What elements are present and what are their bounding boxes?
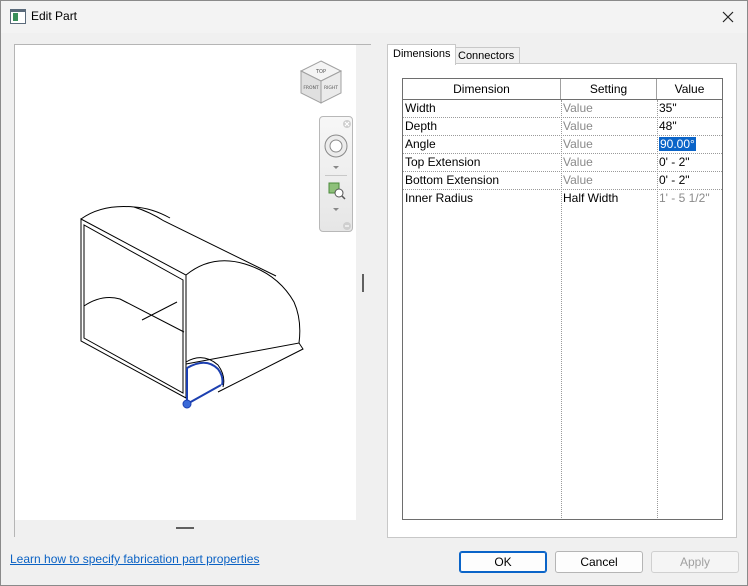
part-drawing — [80, 206, 304, 409]
title-bar: Edit Part — [1, 1, 747, 33]
chevron-down-icon[interactable] — [332, 165, 340, 171]
app-icon — [10, 9, 26, 24]
close-button[interactable] — [715, 4, 741, 30]
cancel-button[interactable]: Cancel — [555, 551, 643, 573]
viewcube-front-label: FRONT — [303, 85, 319, 91]
viewcube[interactable]: TOP FRONT RIGHT — [297, 59, 345, 107]
column-header-value[interactable]: Value — [657, 79, 722, 99]
dimension-cell: Angle — [405, 137, 436, 151]
steering-wheel-icon[interactable] — [323, 133, 349, 159]
viewport-vertical-splitter[interactable] — [356, 45, 371, 520]
setting-cell[interactable]: Value — [561, 100, 657, 117]
dimension-cell: Top Extension — [405, 155, 481, 169]
viewcube-top-label: TOP — [315, 69, 326, 75]
apply-button: Apply — [651, 551, 739, 573]
tab-dimensions[interactable]: Dimensions — [387, 44, 457, 65]
close-icon — [722, 11, 734, 23]
value-cell[interactable]: 35" — [657, 100, 722, 117]
navbar-options-icon[interactable] — [342, 221, 352, 231]
column-header-dimension[interactable]: Dimension — [403, 79, 561, 99]
value-cell: 1' - 5 1/2" — [659, 191, 710, 205]
part-preview-viewport[interactable]: TOP FRONT RIGHT — [14, 44, 371, 537]
column-header-setting[interactable]: Setting — [561, 79, 657, 99]
tab-connectors[interactable]: Connectors — [452, 47, 521, 64]
setting-cell[interactable]: Value — [561, 172, 657, 189]
dimension-cell: Width — [405, 101, 436, 115]
setting-cell[interactable]: Half Width — [561, 190, 657, 207]
setting-cell[interactable]: Value — [561, 136, 657, 153]
viewcube-right-label: RIGHT — [324, 85, 338, 91]
zoom-extents-icon[interactable] — [327, 181, 347, 201]
table-row-top-extension[interactable]: Top Extension Value 0' - 2" — [403, 154, 722, 172]
table-row-bottom-extension[interactable]: Bottom Extension Value 0' - 2" — [403, 172, 722, 190]
value-cell[interactable]: 48" — [657, 118, 722, 135]
table-row-angle[interactable]: Angle Value 90.00° — [403, 136, 722, 154]
viewport-horizontal-splitter[interactable] — [15, 520, 371, 537]
window-title: Edit Part — [31, 9, 78, 23]
selected-value-text[interactable]: 90.00° — [659, 137, 696, 151]
table-row-inner-radius[interactable]: Inner Radius Half Width 1' - 5 1/2" — [403, 190, 722, 208]
ok-button[interactable]: OK — [459, 551, 547, 573]
table-row-depth[interactable]: Depth Value 48" — [403, 118, 722, 136]
value-cell[interactable]: 0' - 2" — [657, 172, 722, 189]
grid-header: Dimension Setting Value — [403, 79, 722, 100]
table-row-width[interactable]: Width Value 35" — [403, 100, 722, 118]
setting-cell[interactable]: Value — [561, 154, 657, 171]
value-cell[interactable]: 90.00° — [657, 136, 722, 153]
edit-part-dialog: Edit Part TOP FRONT RIGHT Dimensions Con… — [0, 0, 748, 586]
dimension-cell: Depth — [405, 119, 438, 133]
dimension-cell: Inner Radius — [405, 191, 474, 205]
chevron-down-icon[interactable] — [332, 207, 340, 213]
value-cell[interactable]: 0' - 2" — [657, 154, 722, 171]
setting-cell[interactable]: Value — [561, 118, 657, 135]
navigation-bar — [319, 116, 353, 232]
dimension-cell: Bottom Extension — [405, 173, 500, 187]
navbar-close-icon[interactable] — [342, 119, 352, 129]
help-link[interactable]: Learn how to specify fabrication part pr… — [10, 552, 259, 566]
connector-point — [182, 399, 192, 409]
dimensions-grid: Dimension Setting Value Width Value 35" … — [402, 78, 723, 520]
